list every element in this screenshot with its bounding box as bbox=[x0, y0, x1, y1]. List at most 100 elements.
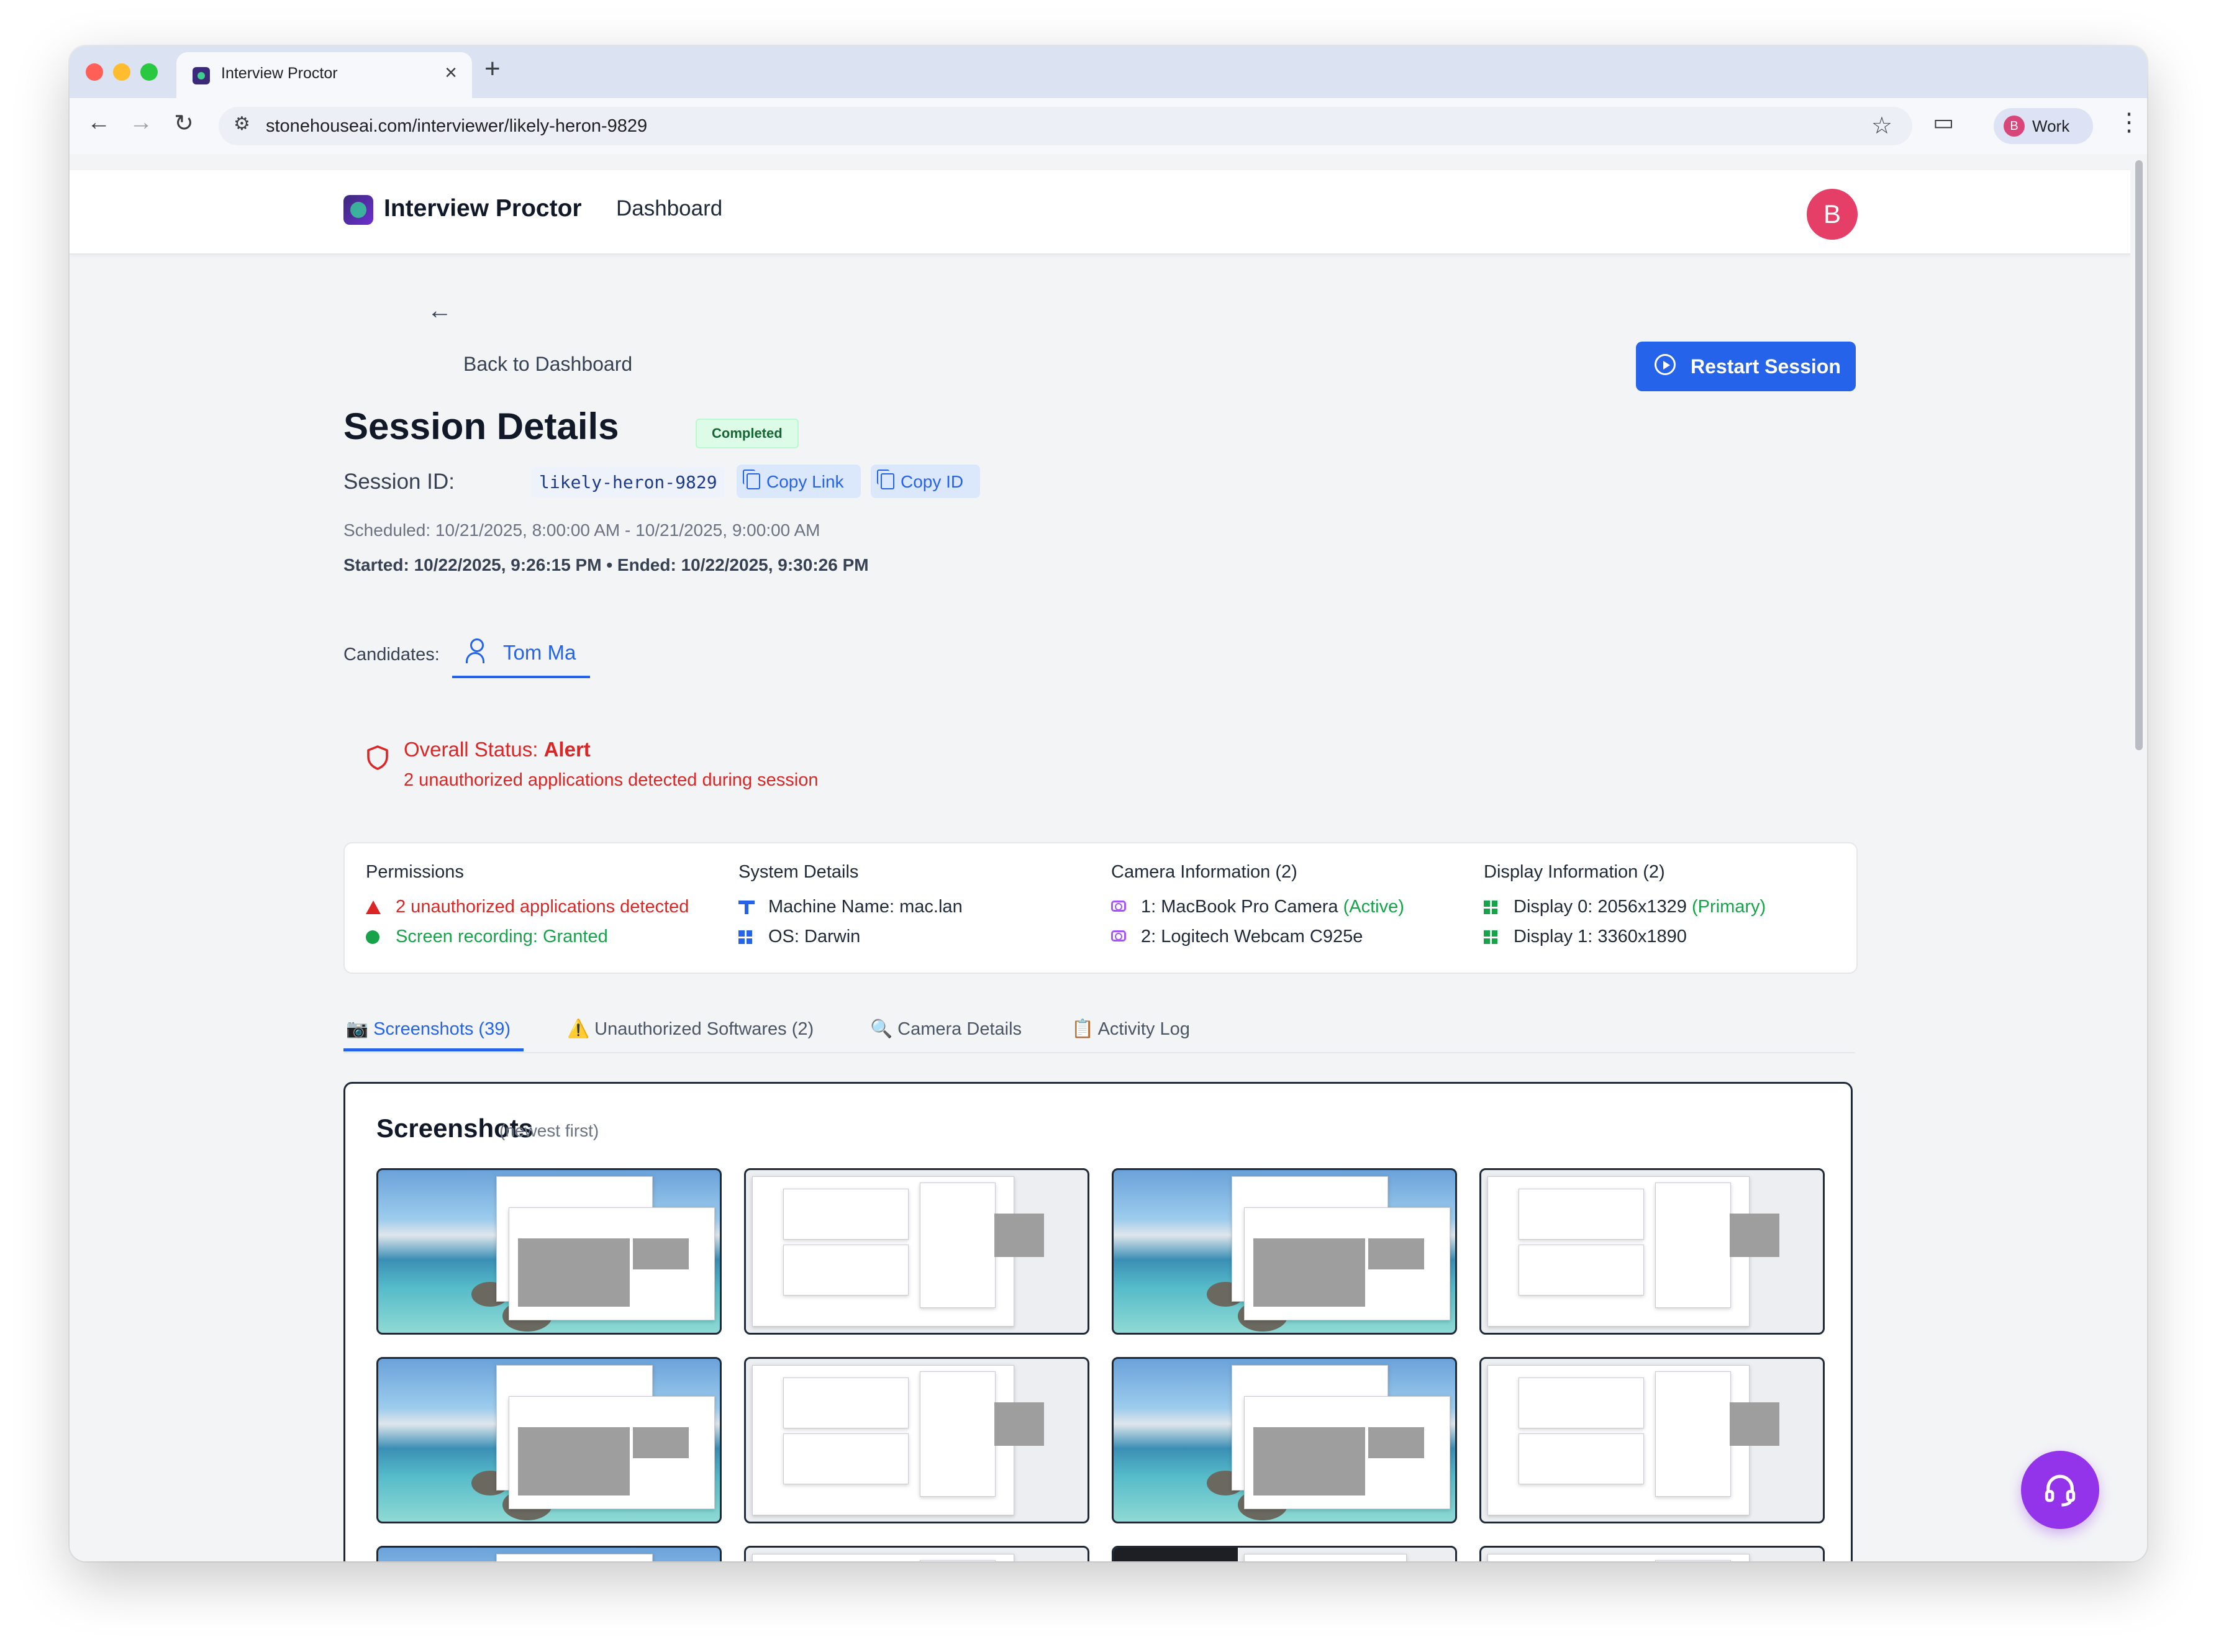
thumbnail-content bbox=[783, 1433, 909, 1484]
overall-status-label: Overall Status: bbox=[404, 738, 544, 761]
support-button[interactable] bbox=[2021, 1451, 2099, 1529]
screenshot-thumbnail[interactable] bbox=[1112, 1546, 1457, 1561]
screenshot-thumbnail[interactable] bbox=[744, 1546, 1089, 1561]
minimize-window-button[interactable] bbox=[113, 63, 130, 81]
magnifier-emoji-icon: 🔍 bbox=[870, 1019, 893, 1039]
screenshot-thumbnail[interactable] bbox=[376, 1357, 722, 1523]
thumbnail-content bbox=[1244, 1554, 1407, 1561]
thumbnail-content bbox=[1253, 1427, 1365, 1495]
candidate-tab[interactable]: Tom Ma bbox=[452, 630, 590, 678]
thumbnail-content bbox=[1730, 1214, 1779, 1257]
bookmark-star-icon[interactable]: ☆ bbox=[1871, 112, 1892, 140]
tab-activity-log[interactable]: 📋 Activity Log bbox=[1071, 1019, 1190, 1040]
maximize-window-button[interactable] bbox=[140, 63, 158, 81]
copy-link-button[interactable]: Copy Link bbox=[737, 465, 861, 498]
site-settings-icon[interactable]: ⚙ bbox=[234, 113, 250, 135]
reading-mode-icon[interactable]: ▭ bbox=[1933, 109, 1954, 135]
os-grid-icon bbox=[738, 930, 752, 944]
close-tab-icon[interactable]: × bbox=[445, 61, 457, 85]
display-icon bbox=[1484, 930, 1497, 944]
os-label: OS: bbox=[768, 927, 799, 946]
close-window-button[interactable] bbox=[86, 63, 103, 81]
tab-camera-details[interactable]: 🔍 Camera Details bbox=[870, 1019, 1022, 1040]
thumbnail-content bbox=[496, 1554, 653, 1561]
restart-session-label: Restart Session bbox=[1691, 355, 1841, 378]
page-scrollbar[interactable] bbox=[2130, 154, 2147, 1561]
profile-button[interactable]: B Work bbox=[1994, 108, 2093, 144]
screenshots-subtitle: (newest first) bbox=[499, 1121, 599, 1140]
reload-icon[interactable]: ↻ bbox=[174, 109, 194, 137]
back-to-dashboard-link[interactable]: Back to Dashboard bbox=[463, 353, 632, 376]
thumbnail-content bbox=[783, 1377, 909, 1428]
browser-toolbar: ← → ↻ ⚙ stonehouseai.com/interviewer/lik… bbox=[70, 98, 2147, 155]
forward-arrow-icon[interactable]: → bbox=[129, 109, 153, 136]
active-tab-indicator bbox=[343, 1048, 524, 1051]
browser-menu-icon[interactable]: ⋮ bbox=[2117, 108, 2141, 137]
address-bar[interactable]: ⚙ stonehouseai.com/interviewer/likely-he… bbox=[219, 107, 1912, 145]
headset-icon bbox=[2045, 1474, 2076, 1507]
display-name: Display 1: 3360x1890 bbox=[1514, 927, 1687, 946]
permissions-heading: Permissions bbox=[366, 862, 464, 882]
clipboard-emoji-icon: 📋 bbox=[1071, 1019, 1094, 1039]
browser-tab[interactable]: Interview Proctor × bbox=[176, 52, 472, 98]
new-tab-button[interactable]: + bbox=[484, 53, 501, 84]
thumbnail-content bbox=[920, 1560, 996, 1561]
scrollbar-thumb[interactable] bbox=[2135, 160, 2143, 750]
camera-name: 2: Logitech Webcam C925e bbox=[1141, 927, 1363, 946]
permission-granted-text: Screen recording: Granted bbox=[396, 927, 608, 946]
permission-warning-text: 2 unauthorized applications detected bbox=[396, 897, 689, 917]
thumbnail-content bbox=[1655, 1371, 1731, 1497]
screenshots-panel: Screenshots (newest first) bbox=[343, 1082, 1853, 1561]
display-name: Display 0: 2056x1329 bbox=[1514, 897, 1687, 917]
session-id-value: likely-heron-9829 bbox=[532, 467, 725, 497]
thumbnail-content bbox=[783, 1245, 909, 1296]
scheduled-time: Scheduled: 10/21/2025, 8:00:00 AM - 10/2… bbox=[343, 520, 820, 540]
thumbnail-content bbox=[1519, 1189, 1644, 1240]
thumbnail-content bbox=[1655, 1560, 1731, 1561]
app-header: Interview Proctor Dashboard B bbox=[70, 170, 2130, 255]
started-ended-time: Started: 10/22/2025, 9:26:15 PM • Ended:… bbox=[343, 555, 869, 574]
thumbnail-content bbox=[1519, 1433, 1644, 1484]
display-info-heading: Display Information (2) bbox=[1484, 862, 1665, 882]
app-name[interactable]: Interview Proctor bbox=[384, 195, 582, 222]
browser-window: Interview Proctor × + ← → ↻ ⚙ stonehouse… bbox=[70, 46, 2147, 1561]
screenshot-thumbnail[interactable] bbox=[744, 1168, 1089, 1335]
copy-id-button[interactable]: Copy ID bbox=[871, 465, 980, 498]
screenshot-thumbnail[interactable] bbox=[376, 1546, 722, 1561]
user-avatar[interactable]: B bbox=[1807, 189, 1858, 240]
thumbnail-content bbox=[783, 1189, 909, 1240]
screenshot-thumbnail[interactable] bbox=[376, 1168, 722, 1335]
screenshot-thumbnail[interactable] bbox=[1479, 1168, 1825, 1335]
copy-icon bbox=[743, 470, 760, 489]
machine-name-label: Machine Name: bbox=[768, 897, 895, 917]
profile-label: Work bbox=[2032, 117, 2070, 135]
screenshot-thumbnail[interactable] bbox=[1112, 1357, 1457, 1523]
tab-unauthorized-softwares[interactable]: ⚠️ Unauthorized Softwares (2) bbox=[567, 1019, 814, 1040]
user-icon bbox=[466, 638, 484, 663]
restart-session-button[interactable]: Restart Session bbox=[1636, 342, 1856, 391]
nav-dashboard-link[interactable]: Dashboard bbox=[616, 196, 722, 221]
thumbnail-content bbox=[994, 1214, 1044, 1257]
session-info-card: Permissions 2 unauthorized applications … bbox=[343, 842, 1858, 974]
thumbnail-content bbox=[1114, 1548, 1238, 1561]
thumbnail-content bbox=[1655, 1182, 1731, 1308]
screenshot-thumbnail[interactable] bbox=[1479, 1357, 1825, 1523]
thumbnail-content bbox=[1368, 1427, 1424, 1458]
app-logo-icon[interactable] bbox=[343, 195, 373, 225]
back-arrow-icon[interactable]: ← bbox=[427, 297, 452, 325]
shield-icon bbox=[367, 745, 388, 770]
overall-status: Overall Status: Alert bbox=[404, 738, 591, 761]
screenshot-thumbnail[interactable] bbox=[1479, 1546, 1825, 1561]
tab-screenshots[interactable]: 📷 Screenshots (39) bbox=[346, 1019, 511, 1040]
back-arrow-icon[interactable]: ← bbox=[87, 109, 111, 136]
thumbnail-content bbox=[920, 1371, 996, 1497]
url-text[interactable]: stonehouseai.com/interviewer/likely-hero… bbox=[266, 116, 647, 137]
thumbnail-content bbox=[1519, 1377, 1644, 1428]
tab-label: Activity Log bbox=[1097, 1019, 1190, 1039]
screenshot-thumbnail[interactable] bbox=[1112, 1168, 1457, 1335]
screenshot-thumbnail[interactable] bbox=[744, 1357, 1089, 1523]
thumbnail-content bbox=[633, 1238, 689, 1269]
thumbnail-content bbox=[920, 1182, 996, 1308]
warning-triangle-icon bbox=[366, 901, 381, 914]
camera-info-heading: Camera Information (2) bbox=[1111, 862, 1297, 882]
